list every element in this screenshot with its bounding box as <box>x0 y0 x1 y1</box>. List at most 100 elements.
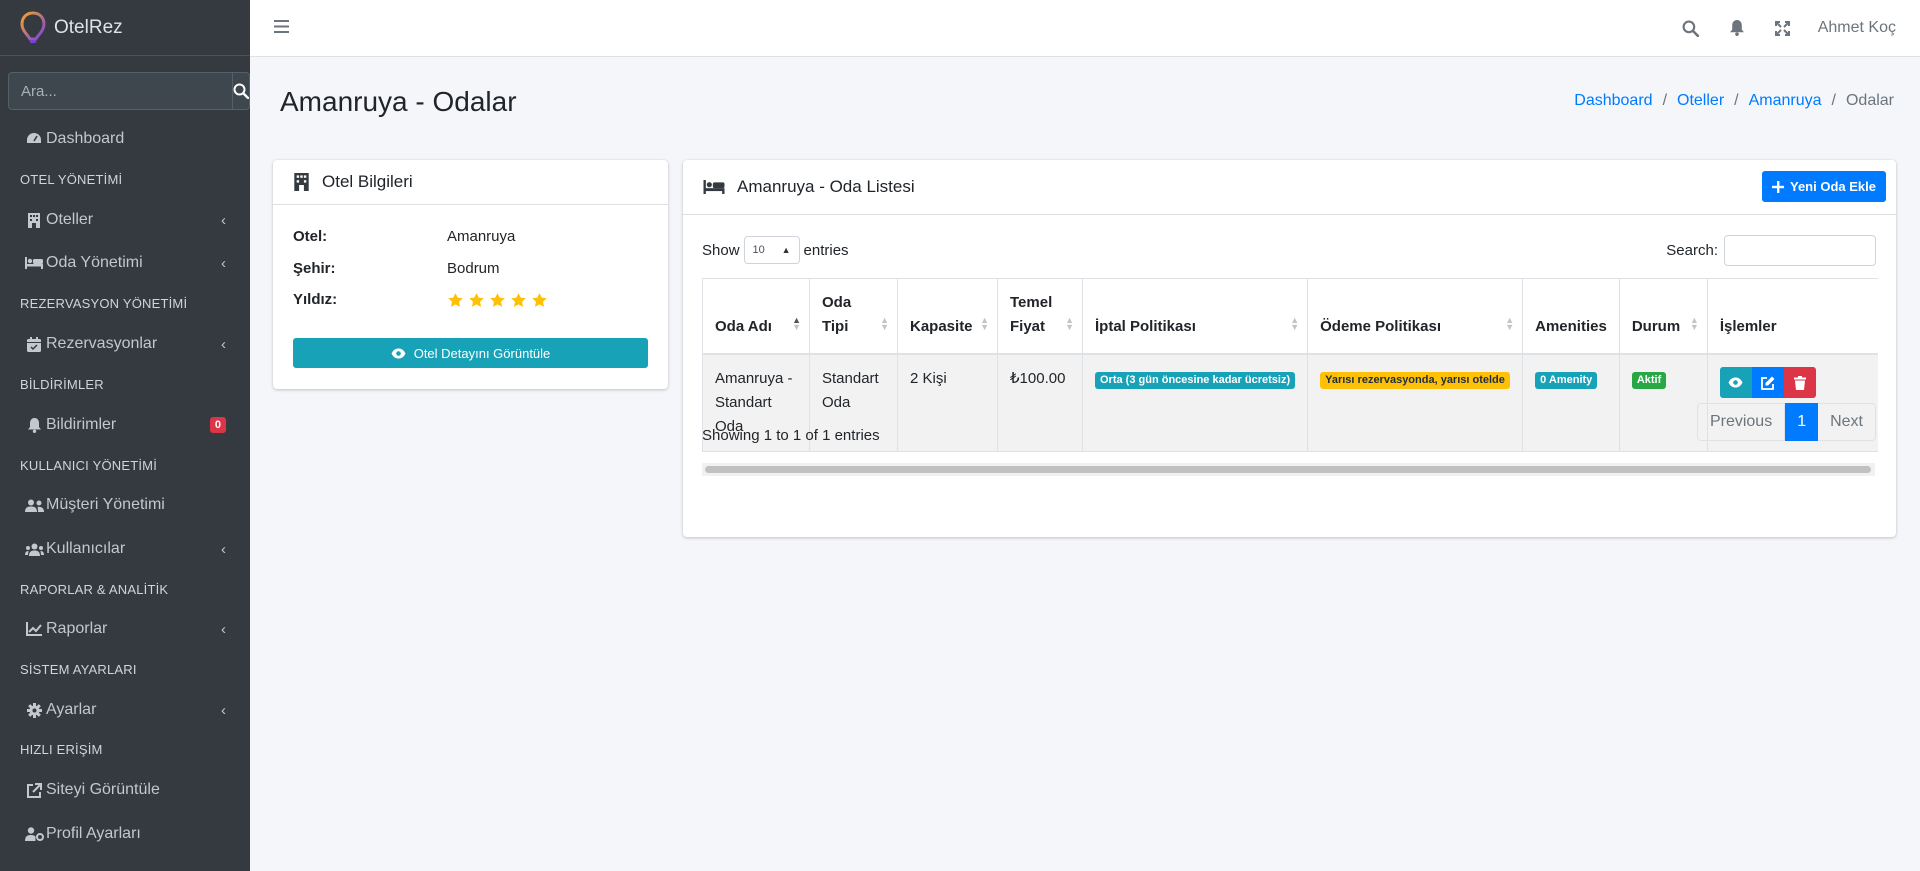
entries-select[interactable]: 10 ▲ <box>743 236 800 264</box>
sidebar-item-label: Oteller <box>46 211 94 228</box>
col-header-oda-tipi[interactable]: Oda Tipi ▲ ▼ <box>809 278 898 355</box>
horizontal-scrollbar[interactable] <box>705 466 1871 473</box>
add-room-button[interactable]: Yeni Oda Ekle <box>1762 171 1886 202</box>
breadcrumb-separator: / <box>1662 92 1668 109</box>
building-icon <box>293 173 310 191</box>
edit-room-button[interactable] <box>1751 367 1784 398</box>
view-room-button[interactable] <box>1719 367 1752 398</box>
sidebar-item-dashboard[interactable]: Dashboard <box>0 119 250 159</box>
card-header: Otel Bilgileri <box>273 160 668 205</box>
info-label: Otel: <box>293 228 328 245</box>
cancel-policy-badge: Orta (3 gün öncesine kadar ücretsiz) <box>1095 372 1296 389</box>
sidebar-item-bildirimler[interactable]: Bildirimler 0 <box>0 405 250 445</box>
breadcrumb-amanruya[interactable]: Amanruya <box>1749 92 1822 110</box>
col-header-islemler: İşlemler <box>1706 278 1879 355</box>
info-label: Şehir: <box>293 260 336 277</box>
col-header-oda-adi[interactable]: Oda Adı ▲ ▼ <box>702 278 810 355</box>
eye-icon <box>391 348 406 358</box>
table-search-input[interactable] <box>1724 235 1876 266</box>
cell-kapasite: 2 Kişi <box>897 353 998 452</box>
cell-amenities: 0 Amenity <box>1522 353 1620 452</box>
user-name[interactable]: Ahmet Koç <box>1818 19 1896 37</box>
logo-icon <box>20 10 46 43</box>
table-info: Showing 1 to 1 of 1 entries <box>702 427 880 444</box>
search-label: Search: <box>1666 242 1718 259</box>
col-header-iptal[interactable]: İptal Politikası ▲ ▼ <box>1081 278 1309 355</box>
sidebar-item-label: Rezervasyonlar <box>46 335 158 352</box>
chevron-left-icon: ‹ <box>221 701 226 719</box>
sort-icon: ▲ ▼ <box>1290 315 1300 332</box>
nav-header-hizli: HIZLI ERİŞİM <box>20 742 103 757</box>
nav-header-kullanici: KULLANICI YÖNETİMİ <box>20 458 158 473</box>
cell-odeme: Yarısı rezervasyonda, yarısı otelde <box>1307 353 1524 452</box>
hotel-detail-button[interactable]: Otel Detayını Görüntüle <box>293 338 648 368</box>
cell-durum: Aktif <box>1618 353 1708 452</box>
chart-line-icon <box>24 621 44 637</box>
hotel-info-card: Otel Bilgileri Otel: Amanruya Şehir: Bodru… <box>273 160 668 389</box>
pagination-page-1[interactable]: 1 <box>1785 403 1819 441</box>
users-icon <box>24 541 44 557</box>
sidebar-item-label: Siteyi Görüntüle <box>46 781 160 798</box>
user-friends-icon <box>24 497 44 513</box>
sidebar-item-siteyi-goruntule[interactable]: Siteyi Görüntüle <box>0 770 250 810</box>
breadcrumb-oteller[interactable]: Oteller <box>1677 92 1724 110</box>
info-label: Yıldız: <box>293 291 338 308</box>
search-icon <box>233 83 249 99</box>
sidebar-item-oteller[interactable]: Oteller ‹ <box>0 200 250 240</box>
card-header: Amanruya - Oda Listesi <box>683 160 1896 215</box>
button-label: Yeni Oda Ekle <box>1790 179 1876 194</box>
fullscreen-icon[interactable] <box>1760 20 1806 36</box>
search-icon[interactable] <box>1668 20 1714 37</box>
sidebar-search-button[interactable] <box>232 72 250 110</box>
bed-icon <box>703 180 725 194</box>
bell-icon[interactable] <box>1714 20 1760 36</box>
pagination-next[interactable]: Next <box>1818 403 1876 441</box>
breadcrumb-current: Odalar <box>1845 92 1894 109</box>
page-title: Amanruya - Odalar <box>280 86 517 117</box>
sort-icon: ▲ ▼ <box>1689 315 1699 332</box>
sidebar-item-rezervasyonlar[interactable]: Rezervasyonlar ‹ <box>0 324 250 364</box>
col-header-temel-fiyat[interactable]: Temel Fiyat ▲ ▼ <box>997 278 1083 355</box>
sidebar-item-label: Dashboard <box>46 130 125 147</box>
sidebar-item-label: Ayarlar <box>46 701 97 718</box>
col-header-odeme[interactable]: Ödeme Politikası ▲ ▼ <box>1307 278 1524 355</box>
pagination-previous[interactable]: Previous <box>1696 403 1786 441</box>
col-header-amenities[interactable]: Amenities <box>1522 278 1620 355</box>
card-title: Amanruya - Oda Listesi <box>737 177 915 196</box>
breadcrumb-dashboard[interactable]: Dashboard <box>1574 92 1652 110</box>
tachometer-icon <box>24 131 44 147</box>
sidebar-item-kullanicilar[interactable]: Kullanıcılar ‹ <box>0 529 250 569</box>
col-header-durum[interactable]: Durum ▲ ▼ <box>1618 278 1708 355</box>
nav-header-rezervasyon: REZERVASYON YÖNETİMİ <box>20 296 188 311</box>
star-icon <box>511 292 526 307</box>
sidebar-item-ayarlar[interactable]: Ayarlar ‹ <box>0 690 250 730</box>
menu-toggle-icon[interactable] <box>274 19 289 39</box>
breadcrumb-separator: / <box>1831 92 1836 109</box>
breadcrumb: Dashboard / Oteller / Amanruya / Odalar <box>1574 92 1894 110</box>
chevron-left-icon: ‹ <box>221 254 226 272</box>
info-row-yildiz: Yıldız: <box>293 291 548 309</box>
amenities-badge: 0 Amenity <box>1535 372 1598 389</box>
sidebar: OtelRez Dashboard OTEL YÖNETİMİ Oteller … <box>0 0 250 871</box>
entries-value: 10 <box>752 244 765 256</box>
chevron-left-icon: ‹ <box>221 211 226 229</box>
sort-icon: ▲ ▼ <box>980 315 989 332</box>
col-header-kapasite[interactable]: Kapasite ▲ ▼ <box>897 278 998 355</box>
sidebar-search-input[interactable] <box>8 72 232 110</box>
star-icon <box>469 292 484 307</box>
sidebar-item-raporlar[interactable]: Raporlar ‹ <box>0 609 250 649</box>
star-icon <box>448 292 463 307</box>
sidebar-search <box>8 72 250 110</box>
star-icon <box>490 292 505 307</box>
sidebar-item-oda-yonetimi[interactable]: Oda Yönetimi ‹ <box>0 243 250 283</box>
sidebar-item-label: Profil Ayarları <box>46 825 141 842</box>
sidebar-item-label: Raporlar <box>46 620 108 637</box>
trash-icon <box>1793 375 1806 390</box>
sidebar-item-musteri-yonetimi[interactable]: Müşteri Yönetimi <box>0 485 250 525</box>
bell-icon <box>24 417 44 433</box>
brand[interactable]: OtelRez <box>0 0 250 56</box>
delete-room-button[interactable] <box>1783 367 1816 398</box>
sidebar-item-profil-ayarlari[interactable]: Profil Ayarları <box>0 814 250 854</box>
building-icon <box>24 212 44 228</box>
entries-length: Show 10 ▲ entries <box>702 236 849 264</box>
